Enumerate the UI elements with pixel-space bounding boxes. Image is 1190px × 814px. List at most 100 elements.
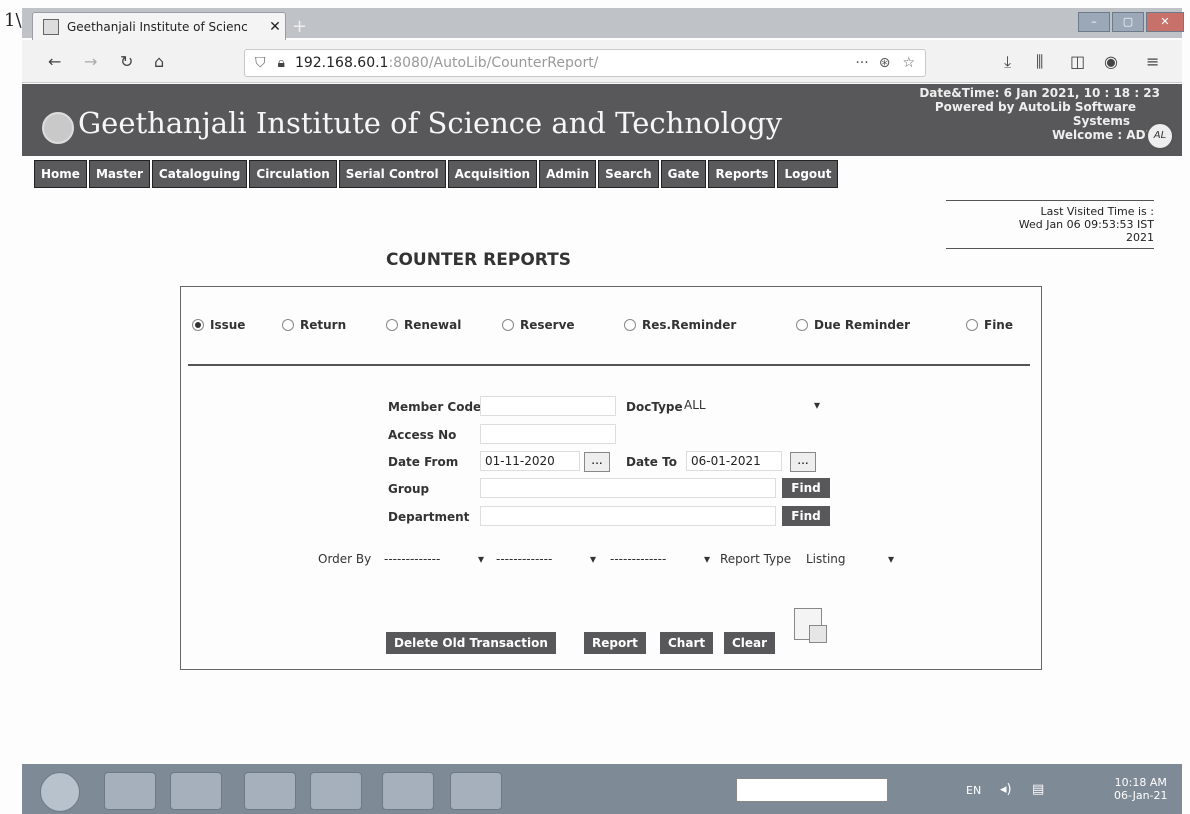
report-button[interactable]: Report: [584, 632, 646, 654]
report-type-label: Report Type: [720, 552, 792, 566]
home-icon[interactable]: ⌂: [154, 52, 164, 71]
chart-button[interactable]: Chart: [660, 632, 714, 654]
order-by-value: -------------: [384, 552, 441, 566]
media-player-taskbar-icon[interactable]: [310, 772, 362, 810]
forward-icon[interactable]: →: [84, 52, 97, 71]
radio-label: Renewal: [404, 318, 462, 332]
sidebar-icon[interactable]: ◫: [1070, 52, 1085, 71]
radio-icon[interactable]: [796, 319, 808, 331]
browser-tab[interactable]: Geethanjali Institute of Scienc ✕: [32, 12, 286, 41]
network-icon[interactable]: ▤: [1032, 782, 1044, 797]
bookmark-star-icon[interactable]: ☆: [902, 55, 915, 71]
start-button[interactable]: [40, 772, 80, 812]
minimize-icon[interactable]: –: [1078, 12, 1110, 32]
radio-fine[interactable]: Fine: [966, 318, 1013, 332]
radio-label: Issue: [210, 318, 246, 332]
radio-label: Reserve: [520, 318, 575, 332]
delete-old-transaction-button[interactable]: Delete Old Transaction: [386, 632, 556, 654]
menu-gate[interactable]: Gate: [660, 160, 707, 188]
volume-icon[interactable]: ◂): [1000, 782, 1012, 797]
group-input[interactable]: [480, 478, 776, 498]
powered-by: Powered by AutoLib Software: [934, 100, 1136, 114]
download-icon[interactable]: ⤓: [1004, 52, 1011, 72]
access-no-input[interactable]: [480, 424, 616, 444]
menu-cataloguing[interactable]: Cataloguing: [151, 160, 248, 188]
pocket-icon[interactable]: ⊛: [879, 55, 891, 71]
member-code-label: Member Code: [388, 400, 482, 414]
radio-selected-icon[interactable]: [192, 319, 204, 331]
menu-search[interactable]: Search: [598, 160, 659, 188]
corner-mark: 1\: [4, 10, 22, 31]
clock-time: 10:18 AM: [1114, 776, 1167, 789]
date-from-picker-button[interactable]: ...: [584, 452, 610, 472]
library-icon[interactable]: ⫼: [1036, 52, 1043, 72]
word-taskbar-icon[interactable]: [450, 772, 502, 810]
radio-icon[interactable]: [282, 319, 294, 331]
main-menu: Home Master Cataloguing Circulation Seri…: [34, 160, 839, 188]
radio-icon[interactable]: [386, 319, 398, 331]
clear-button[interactable]: Clear: [724, 632, 776, 654]
firefox-taskbar-icon[interactable]: [170, 772, 222, 810]
department-input[interactable]: [480, 506, 776, 526]
find-department-button[interactable]: Find: [782, 506, 830, 526]
chevron-down-icon: ▾: [477, 552, 484, 566]
shield-icon: ⛉: [255, 55, 266, 71]
close-window-icon[interactable]: ✕: [1146, 12, 1184, 32]
radio-label: Due Reminder: [814, 318, 911, 332]
clock-date: 06-Jan-21: [1114, 789, 1168, 802]
radio-icon[interactable]: [966, 319, 978, 331]
language-bar[interactable]: [736, 778, 888, 802]
close-tab-icon[interactable]: ✕: [265, 19, 285, 35]
menu-serial-control[interactable]: Serial Control: [338, 160, 446, 188]
menu-logout[interactable]: Logout: [777, 160, 839, 188]
menu-admin[interactable]: Admin: [539, 160, 597, 188]
radio-icon[interactable]: [624, 319, 636, 331]
lock-icon: 🔒︎: [277, 55, 285, 71]
radio-issue[interactable]: Issue: [192, 318, 245, 332]
datetime: Date&Time: 6 Jan 2021, 10 : 18 : 23: [919, 86, 1160, 100]
last-visited-value: Wed Jan 06 09:53:53 IST: [1018, 218, 1154, 231]
menu-reports[interactable]: Reports: [708, 160, 776, 188]
excel-export-icon[interactable]: [794, 608, 827, 643]
account-icon[interactable]: ◉: [1104, 52, 1118, 71]
doctype-select[interactable]: ALL ▾: [684, 398, 820, 412]
member-code-input[interactable]: [480, 396, 616, 416]
radio-label: Return: [300, 318, 347, 332]
back-icon[interactable]: ←: [48, 52, 61, 71]
order-by-select-3[interactable]: ------------- ▾: [610, 552, 710, 566]
app-taskbar-icon[interactable]: [382, 772, 434, 810]
page-actions-icon[interactable]: ···: [855, 55, 868, 71]
page-title: COUNTER REPORTS: [386, 250, 571, 270]
report-type-select[interactable]: Listing ▾: [806, 552, 894, 566]
menu-home[interactable]: Home: [34, 160, 87, 188]
welcome-user: Welcome : ADMIN: [1052, 128, 1172, 142]
radio-res-reminder[interactable]: Res.Reminder: [624, 318, 736, 332]
order-by-select-2[interactable]: ------------- ▾: [496, 552, 596, 566]
tab-title: Geethanjali Institute of Scienc: [67, 20, 248, 34]
radio-reserve[interactable]: Reserve: [502, 318, 575, 332]
language-indicator[interactable]: EN: [966, 784, 981, 797]
taskbar-clock[interactable]: 10:18 AM 06-Jan-21: [1114, 776, 1168, 802]
menu-circulation[interactable]: Circulation: [249, 160, 337, 188]
new-tab-icon[interactable]: +: [292, 16, 307, 37]
order-by-select-1[interactable]: ------------- ▾: [384, 552, 484, 566]
radio-icon[interactable]: [502, 319, 514, 331]
find-group-button[interactable]: Find: [782, 478, 830, 498]
explorer-taskbar-icon[interactable]: [244, 772, 296, 810]
maximize-icon[interactable]: ▢: [1112, 12, 1144, 32]
url-bar[interactable]: ⛉ 🔒︎ 192.168.60.1 :8080/AutoLib/CounterR…: [244, 49, 926, 77]
date-from-input[interactable]: 01-11-2020: [480, 451, 580, 471]
menu-acquisition[interactable]: Acquisition: [447, 160, 538, 188]
radio-due-reminder[interactable]: Due Reminder: [796, 318, 910, 332]
menu-icon[interactable]: ≡: [1146, 52, 1159, 71]
radio-return[interactable]: Return: [282, 318, 346, 332]
date-to-picker-button[interactable]: ...: [790, 452, 816, 472]
department-label: Department: [388, 510, 470, 524]
radio-renewal[interactable]: Renewal: [386, 318, 461, 332]
ie-taskbar-icon[interactable]: [104, 772, 156, 810]
menu-master[interactable]: Master: [88, 160, 150, 188]
last-visited-label: Last Visited Time is :: [1040, 205, 1154, 218]
autolib-logo: AL: [1146, 122, 1174, 150]
date-to-input[interactable]: 06-01-2021: [686, 451, 782, 471]
reload-icon[interactable]: ↻: [120, 52, 133, 71]
